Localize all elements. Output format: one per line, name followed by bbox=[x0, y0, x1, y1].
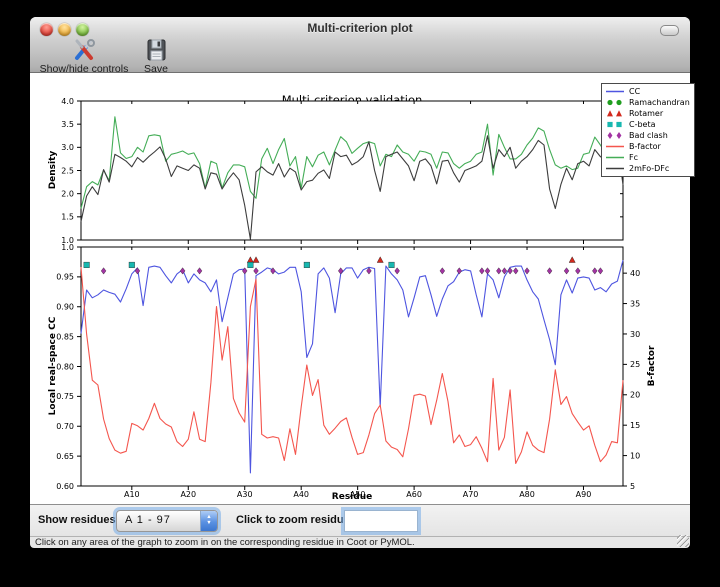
chain-range-select[interactable]: A 1 - 97 ▲▼ bbox=[116, 510, 218, 532]
show-hide-controls-button[interactable]: Show/hide controls bbox=[36, 38, 132, 75]
marker-c-beta bbox=[84, 262, 90, 268]
y-tick-label: 0.95 bbox=[56, 273, 74, 282]
y-tick-label: 4.0 bbox=[61, 97, 74, 106]
legend-entry-label: 2mFo-DFc bbox=[629, 164, 669, 173]
resize-grip-icon[interactable] bbox=[677, 535, 689, 547]
x-tick-label: A30 bbox=[237, 490, 253, 499]
y-tick-label-right: 15 bbox=[630, 421, 640, 430]
legend-entry: CC bbox=[605, 86, 691, 97]
legend-entry: Bad clash bbox=[605, 130, 691, 141]
marker-c-beta bbox=[248, 262, 254, 268]
residue-axis-label: Residue bbox=[332, 492, 372, 502]
y-tick-label: 3.5 bbox=[61, 120, 74, 129]
cc-bfactor-plot[interactable]: 0.600.650.700.750.800.850.900.951.051015… bbox=[81, 247, 623, 486]
legend-entry: 2mFo-DFc bbox=[605, 163, 691, 174]
bottom-controls-bar: Show residues: A 1 - 97 ▲▼ Click to zoom… bbox=[30, 504, 690, 537]
legend-entry-label: Rotamer bbox=[629, 109, 663, 118]
bfactor-axis-label: B-factor bbox=[647, 346, 657, 387]
y-tick-label: 2.5 bbox=[61, 166, 74, 175]
floppy-save-icon bbox=[132, 38, 180, 62]
y-tick-label: 1.0 bbox=[61, 243, 74, 252]
circles-legend-symbol-icon bbox=[605, 98, 627, 107]
y-tick-label: 1.5 bbox=[61, 213, 74, 222]
chain-range-value: A 1 - 97 bbox=[125, 514, 171, 526]
legend-entry-label: B-factor bbox=[629, 142, 661, 151]
legend-entry: Ramachandran bbox=[605, 97, 691, 108]
triangles-legend-symbol-icon bbox=[605, 109, 627, 118]
marker-c-beta bbox=[389, 262, 395, 268]
status-message: Click on any area of the graph to zoom i… bbox=[35, 537, 415, 548]
y-tick-label: 3.0 bbox=[61, 143, 74, 152]
y-tick-label-right: 40 bbox=[630, 269, 640, 278]
legend-entry-label: Fc bbox=[629, 153, 638, 162]
line-legend-symbol-icon bbox=[605, 142, 627, 151]
legend-entry-label: CC bbox=[629, 87, 640, 96]
toolbar-toggle-pill[interactable] bbox=[660, 25, 679, 36]
legend-entry: Fc bbox=[605, 152, 691, 163]
y-tick-label: 0.90 bbox=[56, 303, 74, 312]
diamonds-legend-symbol-icon bbox=[605, 131, 627, 140]
legend-entry-label: Bad clash bbox=[629, 131, 668, 140]
app-window: Multi-criterion plot Show/hide controls bbox=[30, 17, 690, 547]
legend-entry: B-factor bbox=[605, 141, 691, 152]
zoom-residue-input[interactable] bbox=[344, 510, 418, 532]
squares-legend-symbol-icon bbox=[605, 120, 627, 129]
x-tick-label: A40 bbox=[293, 490, 309, 499]
line-legend-symbol-icon bbox=[605, 153, 627, 162]
legend-entry: C-beta bbox=[605, 119, 691, 130]
legend-entry: Rotamer bbox=[605, 108, 691, 119]
y-tick-label-right: 5 bbox=[630, 482, 635, 491]
show-residues-label: Show residues: bbox=[38, 514, 119, 526]
plot-border bbox=[81, 101, 623, 240]
y-tick-label-right: 20 bbox=[630, 391, 640, 400]
zoom-residue-label: Click to zoom residue: bbox=[236, 514, 353, 526]
y-tick-label: 0.70 bbox=[56, 422, 74, 431]
window-title: Multi-criterion plot bbox=[30, 21, 690, 35]
save-button[interactable]: Save bbox=[132, 38, 180, 75]
legend-entry-label: C-beta bbox=[629, 120, 656, 129]
y-tick-label: 0.60 bbox=[56, 482, 74, 491]
marker-c-beta bbox=[129, 262, 135, 268]
marker-c-beta bbox=[304, 262, 310, 268]
chart-legend: CC Ramachandran Rotamer C-beta Bad clash B-fa… bbox=[601, 83, 695, 177]
line-legend-symbol-icon bbox=[605, 164, 627, 173]
plot-border bbox=[81, 247, 623, 486]
y-tick-label-right: 30 bbox=[630, 330, 640, 339]
x-tick-label: A60 bbox=[406, 490, 422, 499]
stepper-arrows-icon: ▲▼ bbox=[200, 511, 217, 531]
status-bar: Click on any area of the graph to zoom i… bbox=[30, 536, 690, 548]
x-tick-label: A20 bbox=[180, 490, 196, 499]
x-tick-label: A70 bbox=[463, 490, 479, 499]
y-tick-label-right: 35 bbox=[630, 299, 640, 308]
x-tick-label: A10 bbox=[124, 490, 140, 499]
x-tick-label: A90 bbox=[576, 490, 592, 499]
legend-entry-label: Ramachandran bbox=[629, 98, 690, 107]
plot-figure: Multi-criterion validation 1.01.52.02.53… bbox=[30, 73, 690, 504]
tools-icon bbox=[36, 38, 132, 62]
y-tick-label: 0.65 bbox=[56, 452, 74, 461]
density-axis-label: Density bbox=[48, 151, 58, 190]
y-tick-label: 0.75 bbox=[56, 392, 74, 401]
density-plot[interactable]: 1.01.52.02.53.03.54.0 bbox=[81, 101, 623, 240]
y-tick-label-right: 25 bbox=[630, 360, 640, 369]
line-legend-symbol-icon bbox=[605, 87, 627, 96]
y-tick-label: 0.80 bbox=[56, 362, 74, 371]
y-tick-label: 2.0 bbox=[61, 189, 74, 198]
window-chrome: Multi-criterion plot Show/hide controls bbox=[30, 17, 690, 73]
y-tick-label-right: 10 bbox=[630, 451, 640, 460]
cc-axis-label: Local real-space CC bbox=[48, 317, 58, 416]
y-tick-label: 0.85 bbox=[56, 332, 74, 341]
x-tick-label: A80 bbox=[519, 490, 535, 499]
